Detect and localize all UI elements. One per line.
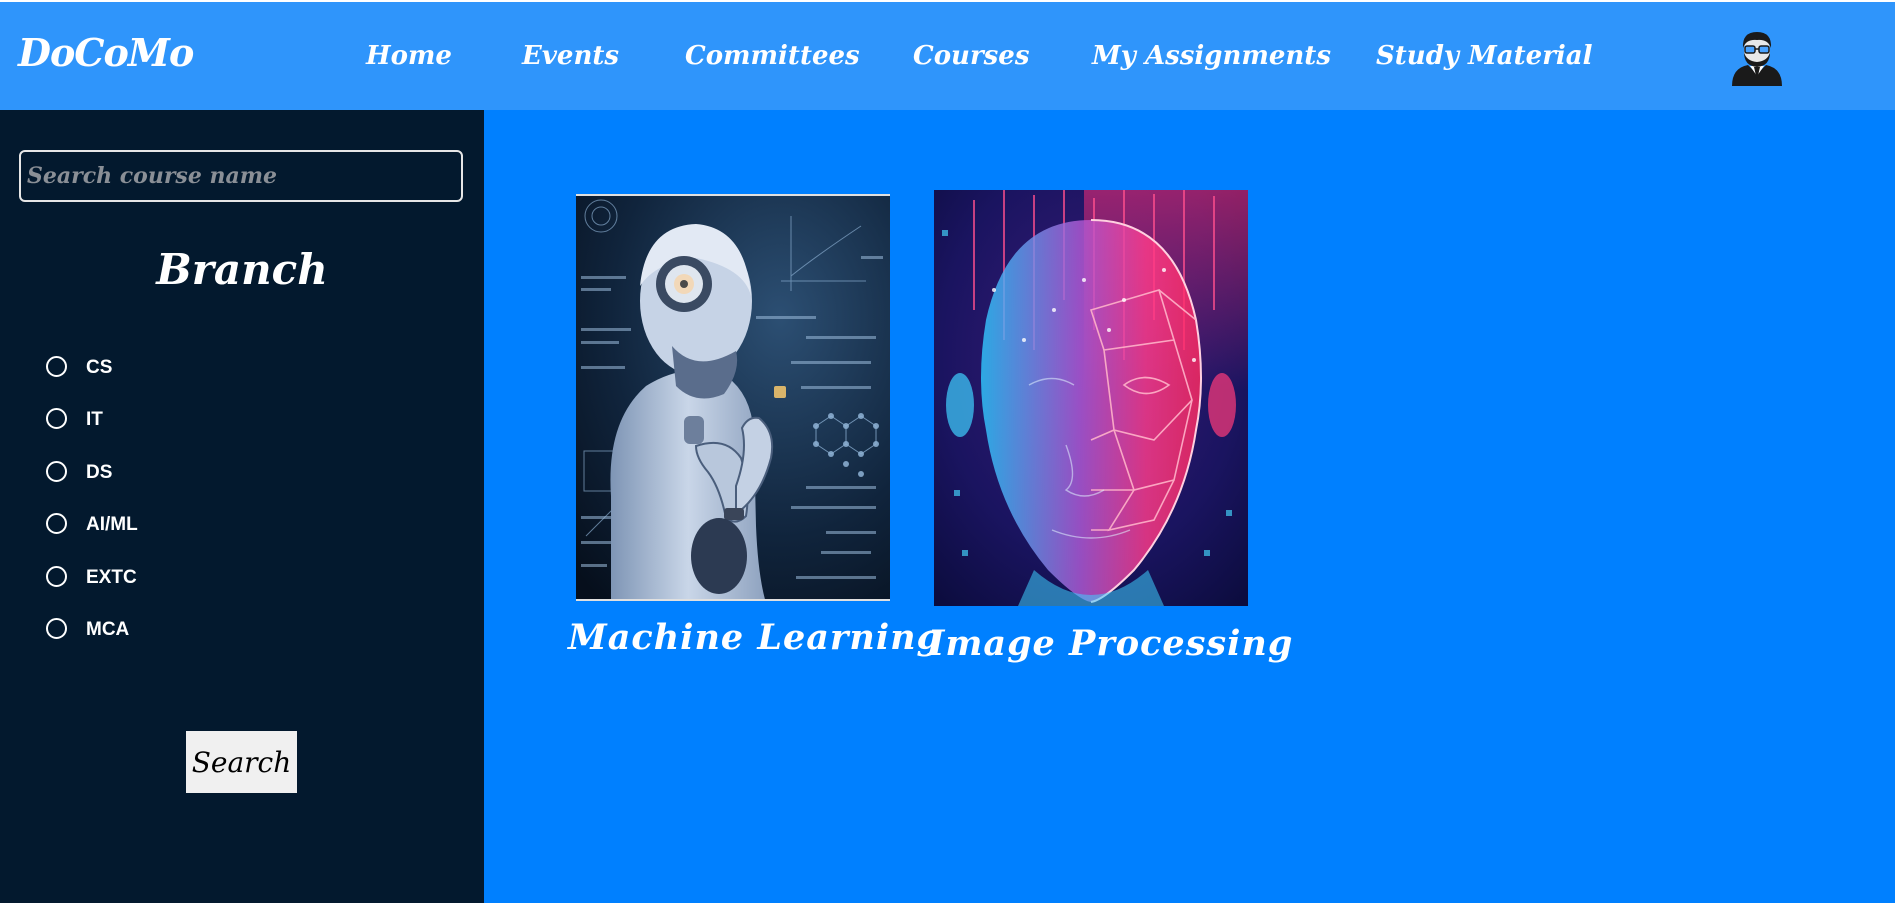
brand-logo[interactable]: DoCoMo bbox=[18, 28, 194, 78]
course-title-machine-learning[interactable]: Machine Learning bbox=[568, 616, 942, 660]
branch-label: AI/ML bbox=[86, 514, 138, 535]
digital-face-image[interactable] bbox=[934, 190, 1248, 606]
radio-button[interactable] bbox=[46, 408, 67, 429]
course-title-image-processing[interactable]: Image Processing bbox=[928, 622, 1293, 666]
robot-thinking-image[interactable] bbox=[576, 194, 890, 601]
nav-committees[interactable]: Committees bbox=[685, 36, 860, 76]
nav-events[interactable]: Events bbox=[522, 36, 619, 76]
radio-button[interactable] bbox=[46, 461, 67, 482]
branch-heading: Branch bbox=[156, 245, 328, 294]
course-card-image-processing[interactable]: Image Processing bbox=[928, 190, 1292, 680]
nav-my-assignments[interactable]: My Assignments bbox=[1092, 36, 1331, 76]
user-avatar-icon[interactable] bbox=[1728, 30, 1786, 86]
course-card-machine-learning[interactable]: Machine Learning bbox=[568, 194, 941, 674]
radio-button[interactable] bbox=[46, 566, 67, 587]
branch-label: DS bbox=[86, 462, 113, 483]
branch-label: MCA bbox=[86, 619, 130, 640]
branch-label: EXTC bbox=[86, 567, 137, 588]
radio-button[interactable] bbox=[46, 356, 67, 377]
nav-courses[interactable]: Courses bbox=[913, 36, 1029, 76]
branch-label: IT bbox=[86, 409, 103, 430]
courses-panel: Machine Learning Image Processing bbox=[484, 110, 1895, 903]
radio-button[interactable] bbox=[46, 513, 67, 534]
course-search-input[interactable] bbox=[19, 150, 463, 202]
nav-home[interactable]: Home bbox=[366, 36, 452, 76]
top-navbar: DoCoMo Home Events Committees Courses My… bbox=[0, 2, 1895, 110]
filter-sidebar: Branch CS IT DS AI/ML EXTC MCA Search bbox=[0, 110, 484, 903]
branch-label: CS bbox=[86, 357, 113, 378]
radio-button[interactable] bbox=[46, 618, 67, 639]
nav-study-material[interactable]: Study Material bbox=[1376, 36, 1593, 76]
search-button[interactable]: Search bbox=[186, 731, 297, 793]
